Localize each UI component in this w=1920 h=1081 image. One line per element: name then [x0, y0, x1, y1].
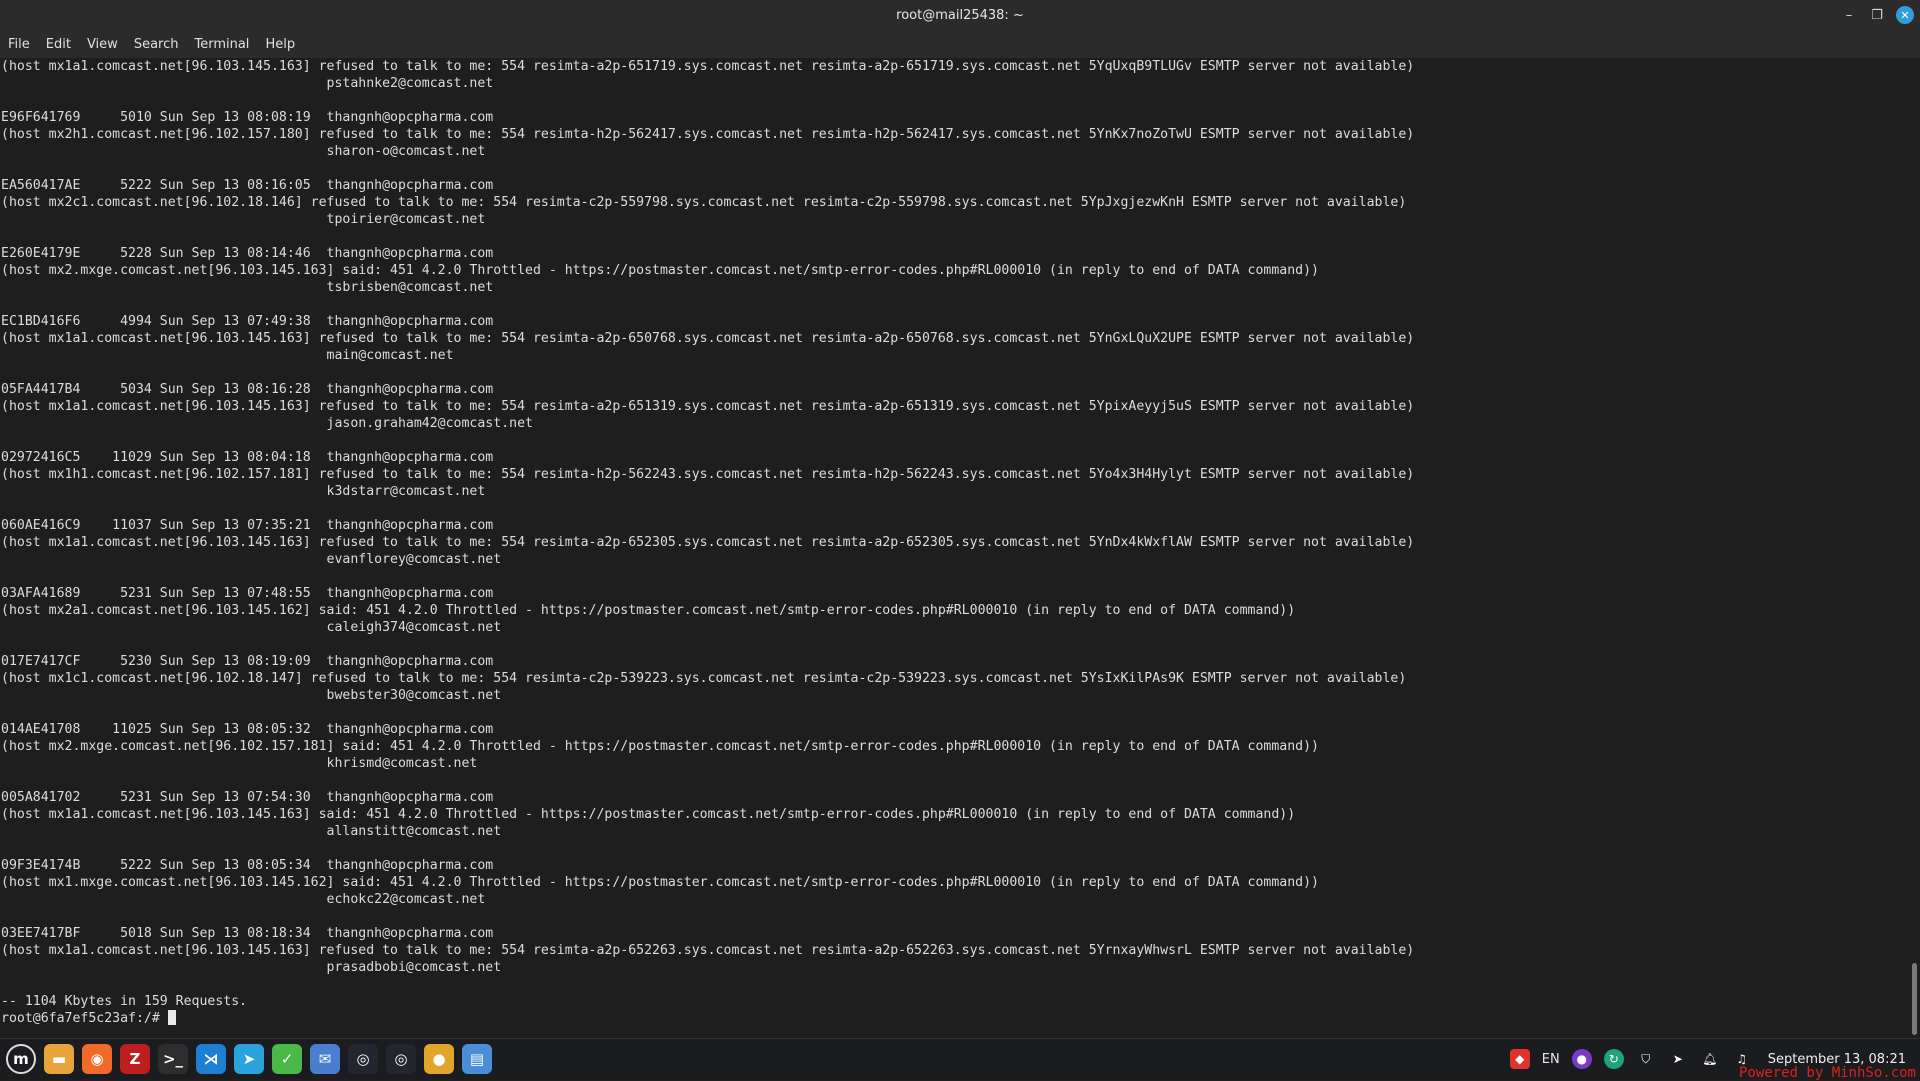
- terminal-line: E96F641769 5010 Sun Sep 13 08:08:19 than…: [1, 110, 494, 125]
- terminal-line: EA560417AE 5222 Sun Sep 13 08:16:05 than…: [1, 178, 494, 193]
- shell-prompt: root@6fa7ef5c23af:/#: [1, 1011, 168, 1026]
- terminal-line: (host mx1c1.comcast.net[96.102.18.147] r…: [1, 671, 1407, 686]
- terminal-line: 09F3E4174B 5222 Sun Sep 13 08:05:34 than…: [1, 858, 494, 873]
- mint-menu-icon[interactable]: m: [6, 1044, 36, 1074]
- app-dark2-icon[interactable]: ◎: [386, 1044, 416, 1074]
- terminal-line: EC1BD416F6 4994 Sun Sep 13 07:49:38 than…: [1, 314, 494, 329]
- terminal-line: caleigh374@comcast.net: [1, 620, 502, 635]
- update-icon[interactable]: ↻: [1603, 1049, 1624, 1069]
- notification-icon[interactable]: 🔔︎: [1700, 1049, 1720, 1069]
- menu-bar: File Edit View Search Terminal Help: [0, 30, 1920, 58]
- app-tray-icon[interactable]: ●: [1571, 1049, 1592, 1069]
- terminal-line: 014AE41708 11025 Sun Sep 13 08:05:32 tha…: [1, 722, 494, 737]
- window-title: root@mail25438: ~: [896, 7, 1024, 23]
- menu-view[interactable]: View: [79, 37, 126, 52]
- text-cursor: [167, 1010, 176, 1025]
- terminal-line: (host mx1a1.comcast.net[96.103.145.163] …: [1, 943, 1415, 958]
- terminal-line: jason.graham42@comcast.net: [1, 416, 533, 431]
- mail-icon[interactable]: ✉: [310, 1044, 340, 1074]
- terminal-line: (host mx2a1.comcast.net[96.103.145.162] …: [1, 603, 1296, 618]
- terminal-line: prasadbobi@comcast.net: [1, 960, 502, 975]
- terminal-icon[interactable]: >_: [158, 1044, 188, 1074]
- terminal-line: evanflorey@comcast.net: [1, 552, 502, 567]
- app-dark1-icon[interactable]: ◎: [348, 1044, 378, 1074]
- terminal-line: (host mx2.mxge.comcast.net[96.103.145.16…: [1, 263, 1319, 278]
- terminal-line: (host mx2c1.comcast.net[96.102.18.146] r…: [1, 195, 1407, 210]
- terminal-line: 02972416C5 11029 Sun Sep 13 08:04:18 tha…: [1, 450, 494, 465]
- terminal-line: k3dstarr@comcast.net: [1, 484, 486, 499]
- terminal-output[interactable]: (host mx1a1.comcast.net[96.103.145.163] …: [0, 58, 1900, 1038]
- terminal-line: tsbrisben@comcast.net: [1, 280, 494, 295]
- terminal-line: 03EE7417BF 5018 Sun Sep 13 08:18:34 than…: [1, 926, 494, 941]
- app-green-icon[interactable]: ✓: [272, 1044, 302, 1074]
- terminal-line: (host mx1h1.comcast.net[96.102.157.181] …: [1, 467, 1415, 482]
- remote-desktop-icon[interactable]: ▤: [462, 1044, 492, 1074]
- terminal-line: sharon-o@comcast.net: [1, 144, 486, 159]
- telegram-icon[interactable]: ➤: [234, 1044, 264, 1074]
- terminal-line: allanstitt@comcast.net: [1, 824, 502, 839]
- watermark: Powered by MinhSo.com: [1738, 1065, 1916, 1081]
- terminal-line: (host mx1a1.comcast.net[96.103.145.163] …: [1, 331, 1415, 346]
- terminal-line: (host mx2.mxge.comcast.net[96.102.157.18…: [1, 739, 1319, 754]
- scrollbar-thumb[interactable]: [1912, 963, 1917, 1035]
- terminal-line: main@comcast.net: [1, 348, 454, 363]
- terminal-prompt-line[interactable]: root@6fa7ef5c23af:/#: [0, 1010, 1900, 1027]
- terminal-line: 05FA4417B4 5034 Sun Sep 13 08:16:28 than…: [1, 382, 494, 397]
- terminal-line: (host mx2h1.comcast.net[96.102.157.180] …: [1, 127, 1415, 142]
- close-icon[interactable]: ✕: [1896, 6, 1914, 24]
- terminal-line: 005A841702 5231 Sun Sep 13 07:54:30 than…: [1, 790, 494, 805]
- taskbar: m ▬ ◉ Z >_ ⋊ ➤ ✓ ✉ ◎ ◎ ● ▤ ◆ EN ● ↻ ⛉ ➤ 🔔︎ ♫ Septemb…: [0, 1038, 1920, 1081]
- maximize-icon[interactable]: ❐: [1868, 6, 1886, 24]
- terminal-line: bwebster30@comcast.net: [1, 688, 502, 703]
- terminal-line: tpoirier@comcast.net: [1, 212, 486, 227]
- terminal-line: khrismd@comcast.net: [1, 756, 478, 771]
- menu-edit[interactable]: Edit: [38, 37, 79, 52]
- terminal-line: (host mx1a1.comcast.net[96.103.145.163] …: [1, 59, 1415, 74]
- filezilla-icon[interactable]: Z: [120, 1044, 150, 1074]
- terminal-line: 017E7417CF 5230 Sun Sep 13 08:19:09 than…: [1, 654, 494, 669]
- terminal-line: -- 1104 Kbytes in 159 Requests.: [1, 994, 248, 1009]
- terminal-line: 03AFA41689 5231 Sun Sep 13 07:48:55 than…: [1, 586, 494, 601]
- anydesk-icon[interactable]: ◆: [1509, 1049, 1530, 1069]
- minimize-icon[interactable]: –: [1840, 6, 1858, 24]
- terminal-scrollbar[interactable]: [1908, 58, 1920, 1038]
- menu-file[interactable]: File: [0, 37, 38, 52]
- menu-search[interactable]: Search: [126, 37, 187, 52]
- terminal-line: (host mx1a1.comcast.net[96.103.145.163] …: [1, 399, 1415, 414]
- terminal-line: pstahnke2@comcast.net: [1, 76, 494, 91]
- firefox-icon[interactable]: ◉: [82, 1044, 112, 1074]
- terminal-line: (host mx1.mxge.comcast.net[96.103.145.16…: [1, 875, 1319, 890]
- window-controls: – ❐ ✕: [1840, 0, 1914, 30]
- chrome-icon[interactable]: ●: [424, 1044, 454, 1074]
- keyboard-layout[interactable]: EN: [1542, 1052, 1560, 1067]
- terminal-line: E260E4179E 5228 Sun Sep 13 08:14:46 than…: [1, 246, 494, 261]
- terminal-line: (host mx1a1.comcast.net[96.103.145.163] …: [1, 535, 1415, 550]
- terminal-line: 060AE416C9 11037 Sun Sep 13 07:35:21 tha…: [1, 518, 494, 533]
- terminal-line: echokc22@comcast.net: [1, 892, 486, 907]
- terminal-line: (host mx1a1.comcast.net[96.103.145.163] …: [1, 807, 1296, 822]
- taskbar-apps: m ▬ ◉ Z >_ ⋊ ➤ ✓ ✉ ◎ ◎ ● ▤: [0, 1044, 492, 1074]
- telegram-tray-icon[interactable]: ➤: [1668, 1049, 1688, 1069]
- shield-icon[interactable]: ⛉: [1636, 1049, 1656, 1069]
- vscode-icon[interactable]: ⋊: [196, 1044, 226, 1074]
- menu-help[interactable]: Help: [257, 37, 303, 52]
- window-titlebar[interactable]: root@mail25438: ~ – ❐ ✕: [0, 0, 1920, 30]
- menu-terminal[interactable]: Terminal: [186, 37, 257, 52]
- files-icon[interactable]: ▬: [44, 1044, 74, 1074]
